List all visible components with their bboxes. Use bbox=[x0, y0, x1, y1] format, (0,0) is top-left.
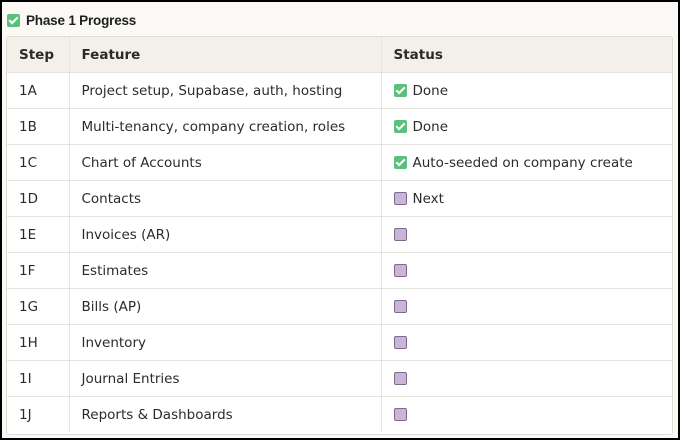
step-cell: 1A bbox=[7, 72, 70, 109]
green-check-icon bbox=[393, 84, 407, 97]
status-cell bbox=[381, 288, 672, 325]
step-cell: 1B bbox=[7, 108, 70, 145]
table-row: 1F Estimates bbox=[7, 252, 672, 289]
step-cell: 1J bbox=[7, 396, 70, 432]
purple-square-icon bbox=[393, 228, 407, 241]
table-header-row: Step Feature Status bbox=[7, 37, 672, 73]
table-row: 1H Inventory bbox=[7, 324, 672, 361]
progress-table: Step Feature Status 1A Project setup, Sup… bbox=[7, 37, 672, 432]
table-row: 1D Contacts Next bbox=[7, 180, 672, 217]
status-text: Auto-seeded on company create bbox=[412, 154, 633, 171]
feature-cell: Reports & Dashboards bbox=[69, 396, 382, 432]
step-cell: 1D bbox=[7, 180, 70, 217]
table-row: 1I Journal Entries bbox=[7, 360, 672, 397]
status-text: Done bbox=[412, 82, 449, 99]
green-check-icon bbox=[7, 13, 20, 27]
feature-cell: Project setup, Supabase, auth, hosting bbox=[69, 72, 382, 109]
step-cell: 1G bbox=[7, 288, 70, 325]
status-cell bbox=[381, 397, 672, 433]
column-header-step: Step bbox=[7, 37, 70, 73]
step-cell: 1F bbox=[7, 252, 70, 289]
panel-title: Phase 1 Progress bbox=[26, 12, 137, 28]
column-header-feature: Feature bbox=[69, 37, 382, 73]
progress-table-container: Step Feature Status 1A Project setup, Sup… bbox=[6, 36, 673, 435]
column-header-status: Status bbox=[381, 37, 672, 73]
purple-square-icon bbox=[393, 336, 407, 349]
table-row: 1J Reports & Dashboards bbox=[7, 396, 672, 433]
feature-cell: Estimates bbox=[69, 252, 382, 289]
status-cell bbox=[381, 252, 672, 289]
table-row: 1E Invoices (AR) bbox=[7, 216, 672, 253]
feature-cell: Journal Entries bbox=[69, 360, 382, 397]
progress-panel: Phase 1 Progress Step Feature Status 1A P… bbox=[2, 2, 678, 438]
table-row: 1G Bills (AP) bbox=[7, 288, 672, 325]
table-row: 1A Project setup, Supabase, auth, hosting… bbox=[7, 72, 672, 109]
green-check-icon bbox=[393, 156, 407, 169]
green-check-icon bbox=[393, 120, 407, 133]
feature-cell: Chart of Accounts bbox=[69, 144, 382, 181]
step-cell: 1E bbox=[7, 216, 70, 253]
status-text: Done bbox=[412, 118, 449, 135]
purple-square-icon bbox=[393, 192, 407, 205]
step-cell: 1I bbox=[7, 360, 70, 397]
feature-cell: Invoices (AR) bbox=[69, 216, 382, 253]
status-cell: Done bbox=[381, 72, 672, 109]
purple-square-icon bbox=[393, 408, 407, 421]
feature-cell: Bills (AP) bbox=[69, 288, 382, 325]
status-cell: Auto-seeded on company create bbox=[381, 144, 672, 181]
purple-square-icon bbox=[393, 300, 407, 313]
feature-cell: Inventory bbox=[69, 324, 382, 361]
panel-heading: Phase 1 Progress bbox=[7, 11, 136, 29]
step-cell: 1C bbox=[7, 144, 70, 181]
table-row: 1C Chart of Accounts Auto-seeded on compan… bbox=[7, 144, 672, 181]
feature-cell: Contacts bbox=[69, 180, 382, 217]
purple-square-icon bbox=[393, 264, 407, 277]
status-cell bbox=[381, 360, 672, 397]
purple-square-icon bbox=[393, 372, 407, 385]
status-cell bbox=[381, 324, 672, 361]
status-cell bbox=[381, 216, 672, 253]
status-cell: Done bbox=[381, 108, 672, 145]
table-row: 1B Multi-tenancy, company creation, roles… bbox=[7, 108, 672, 145]
feature-cell: Multi-tenancy, company creation, roles bbox=[69, 108, 382, 145]
step-cell: 1H bbox=[7, 324, 70, 361]
status-cell: Next bbox=[381, 180, 672, 217]
status-text: Next bbox=[412, 190, 444, 207]
